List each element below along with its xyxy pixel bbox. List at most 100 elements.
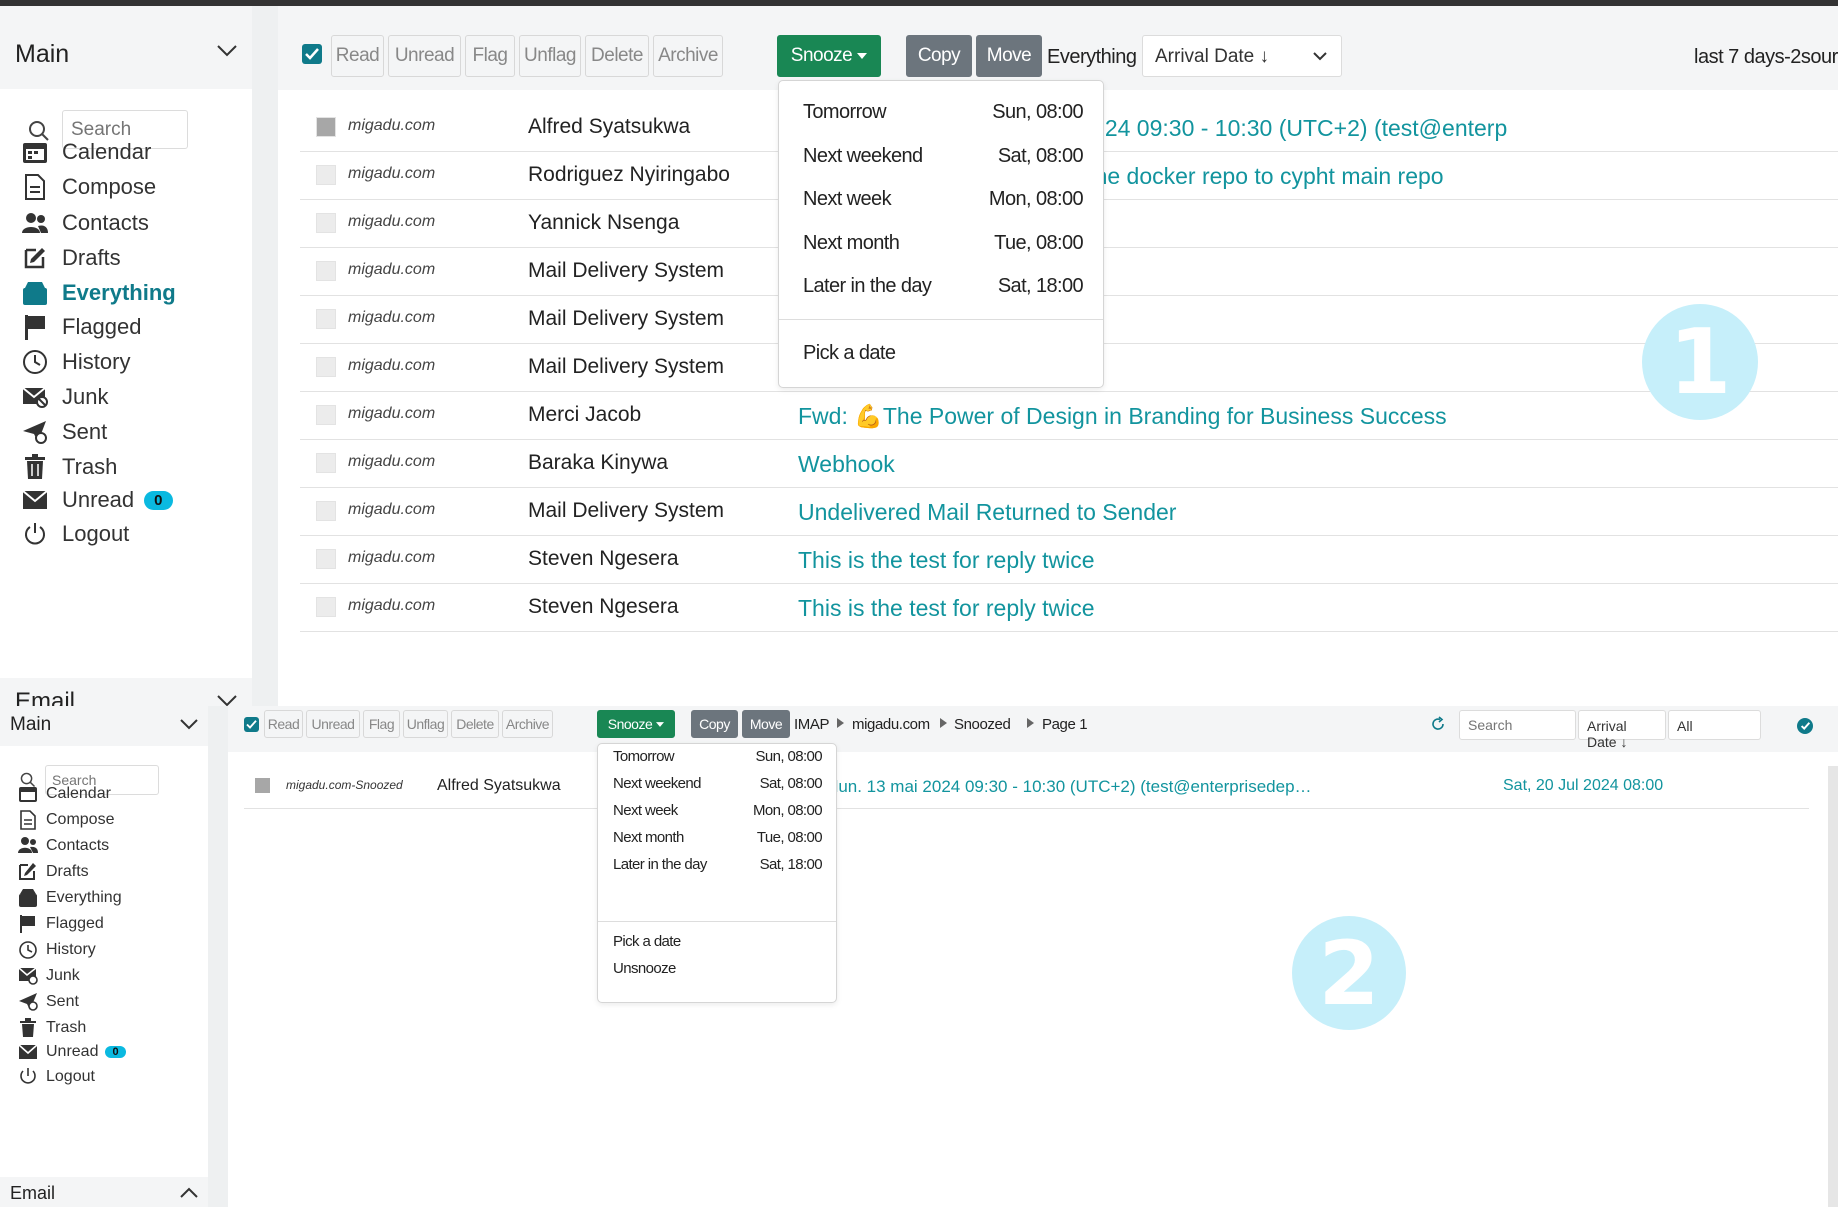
message-subject[interactable]: Undelivered Mail Returned to Sender xyxy=(798,499,1176,526)
row-checkbox[interactable] xyxy=(316,357,336,377)
date-range-label[interactable]: last 7 days-2sour xyxy=(1694,46,1838,69)
breadcrumb-imap[interactable]: IMAP xyxy=(794,716,829,733)
breadcrumb-folder[interactable]: Snoozed xyxy=(954,716,1011,733)
move-button[interactable]: Move xyxy=(976,35,1042,77)
chevron-down-icon[interactable] xyxy=(180,719,198,730)
row-checkbox[interactable] xyxy=(255,778,270,793)
snooze-option[interactable]: Next month Tue, 08:00 xyxy=(598,829,836,853)
sidebar-item-contacts[interactable]: Contacts xyxy=(22,210,149,236)
snooze-button[interactable]: Snooze xyxy=(597,710,675,738)
message-subject[interactable]: This is the test for reply twice xyxy=(798,595,1095,622)
sidebar-item-compose[interactable]: Compose xyxy=(18,810,114,830)
snooze-pick-date[interactable]: Pick a date xyxy=(803,342,896,365)
sidebar-item-trash[interactable]: Trash xyxy=(22,454,117,480)
select-all-checkbox[interactable] xyxy=(244,717,259,732)
sidebar-item-sent[interactable]: Sent xyxy=(22,419,107,445)
delete-button[interactable]: Delete xyxy=(451,710,499,738)
message-from: Steven Ngesera xyxy=(528,547,679,570)
move-button[interactable]: Move xyxy=(742,710,790,738)
sidebar-item-logout[interactable]: Logout xyxy=(22,521,129,547)
sidebar-item-sent[interactable]: Sent xyxy=(18,992,79,1012)
sidebar-item-history[interactable]: History xyxy=(18,940,96,960)
sidebar-item-contacts[interactable]: Contacts xyxy=(18,836,109,856)
sidebar-item-unread[interactable]: Unread 0 xyxy=(18,1042,126,1062)
message-subject[interactable]: Webhook xyxy=(798,451,895,478)
sidebar-item-unread[interactable]: Unread 0 xyxy=(22,487,173,513)
table-row[interactable]: migadu.com Merci Jacob Fwd: 💪The Power of … xyxy=(300,391,1838,440)
read-button[interactable]: Read xyxy=(331,35,384,77)
sidebar-item-drafts[interactable]: Drafts xyxy=(18,862,89,882)
row-checkbox[interactable] xyxy=(316,213,336,233)
sidebar-header[interactable]: Main xyxy=(0,706,208,746)
row-checkbox[interactable] xyxy=(316,405,336,425)
unflag-button[interactable]: Unflag xyxy=(403,710,448,738)
unflag-button[interactable]: Unflag xyxy=(519,35,581,77)
table-row[interactable]: migadu.com Baraka Kinywa Webhook xyxy=(300,439,1838,488)
row-checkbox[interactable] xyxy=(316,453,336,473)
sidebar-item-junk[interactable]: Junk xyxy=(22,384,108,410)
archive-button[interactable]: Archive xyxy=(502,710,553,738)
email-section-header[interactable]: Email xyxy=(0,1177,208,1207)
chevron-down-icon[interactable] xyxy=(216,44,238,58)
sidebar-item-everything[interactable]: Everything xyxy=(22,280,176,306)
sidebar-item-trash[interactable]: Trash xyxy=(18,1018,86,1038)
breadcrumb-account[interactable]: migadu.com xyxy=(852,716,930,733)
check-circle-icon[interactable] xyxy=(1797,718,1813,734)
snooze-button[interactable]: Snooze xyxy=(777,35,881,77)
table-row[interactable]: migadu.com Mail Delivery System Undelivere… xyxy=(300,487,1838,536)
table-row[interactable]: migadu.com Steven Ngesera This is the test… xyxy=(300,535,1838,584)
snooze-option-label: Next month xyxy=(613,829,684,846)
read-button[interactable]: Read xyxy=(264,710,303,738)
refresh-icon[interactable] xyxy=(1430,716,1446,732)
row-checkbox[interactable] xyxy=(316,501,336,521)
snooze-pick-date[interactable]: Pick a date xyxy=(613,933,681,950)
archive-button[interactable]: Archive xyxy=(653,35,723,77)
sidebar-item-flagged[interactable]: Flagged xyxy=(18,914,104,934)
sidebar-item-junk[interactable]: Junk xyxy=(18,966,80,986)
snooze-option[interactable]: Tomorrow Sun, 08:00 xyxy=(598,748,836,772)
chevron-up-icon[interactable] xyxy=(180,1187,198,1198)
flag-button[interactable]: Flag xyxy=(465,35,515,77)
sidebar-item-history[interactable]: History xyxy=(22,349,130,375)
sidebar-item-compose[interactable]: Compose xyxy=(22,174,156,200)
row-checkbox[interactable] xyxy=(316,261,336,281)
sort-select[interactable]: Arrival Date ↓ xyxy=(1578,710,1666,750)
snooze-option[interactable]: Next week Mon, 08:00 xyxy=(779,188,1103,222)
table-row[interactable]: migadu.com-Snoozed Alfred Syatsukwa ar i… xyxy=(244,768,1809,809)
row-checkbox[interactable] xyxy=(316,165,336,185)
snooze-option[interactable]: Later in the day Sat, 18:00 xyxy=(598,856,836,880)
flag-button[interactable]: Flag xyxy=(363,710,400,738)
sidebar-item-logout[interactable]: Logout xyxy=(18,1067,95,1087)
row-checkbox[interactable] xyxy=(316,549,336,569)
unread-button[interactable]: Unread xyxy=(306,710,360,738)
message-subject[interactable]: Fwd: 💪The Power of Design in Branding fo… xyxy=(798,403,1447,430)
snooze-option-label: Tomorrow xyxy=(803,101,887,123)
row-checkbox[interactable] xyxy=(316,309,336,329)
filter-select[interactable]: All xyxy=(1668,710,1761,740)
sidebar-header[interactable]: Main xyxy=(0,6,252,89)
snooze-option[interactable]: Next weekend Sat, 08:00 xyxy=(779,145,1103,179)
sidebar-item-drafts[interactable]: Drafts xyxy=(22,245,121,271)
message-subject[interactable]: This is the test for reply twice xyxy=(798,547,1095,574)
row-checkbox[interactable] xyxy=(316,117,336,137)
copy-button[interactable]: Copy xyxy=(691,710,738,738)
sidebar-item-everything[interactable]: Everything xyxy=(18,888,122,908)
snooze-unsnooze[interactable]: Unsnooze xyxy=(613,960,676,977)
unread-button[interactable]: Unread xyxy=(388,35,461,77)
sidebar-item-calendar[interactable]: Calendar xyxy=(22,139,151,165)
sidebar-item-flagged[interactable]: Flagged xyxy=(22,314,142,340)
snooze-option[interactable]: Next week Mon, 08:00 xyxy=(598,802,836,826)
snooze-option[interactable]: Tomorrow Sun, 08:00 xyxy=(779,101,1103,135)
copy-button[interactable]: Copy xyxy=(906,35,972,77)
table-row[interactable]: migadu.com Steven Ngesera This is the test… xyxy=(300,583,1838,632)
snooze-option[interactable]: Next month Tue, 08:00 xyxy=(779,232,1103,266)
row-checkbox[interactable] xyxy=(316,597,336,617)
sort-select[interactable]: Arrival Date ↓ xyxy=(1142,35,1342,77)
scrollbar[interactable] xyxy=(1828,766,1838,1207)
search-input[interactable] xyxy=(1459,710,1576,740)
delete-button[interactable]: Delete xyxy=(585,35,649,77)
snooze-option[interactable]: Next weekend Sat, 08:00 xyxy=(598,775,836,799)
sidebar-item-calendar[interactable]: Calendar xyxy=(18,784,111,804)
snooze-option[interactable]: Later in the day Sat, 18:00 xyxy=(779,275,1103,309)
select-all-checkbox[interactable] xyxy=(302,44,322,64)
